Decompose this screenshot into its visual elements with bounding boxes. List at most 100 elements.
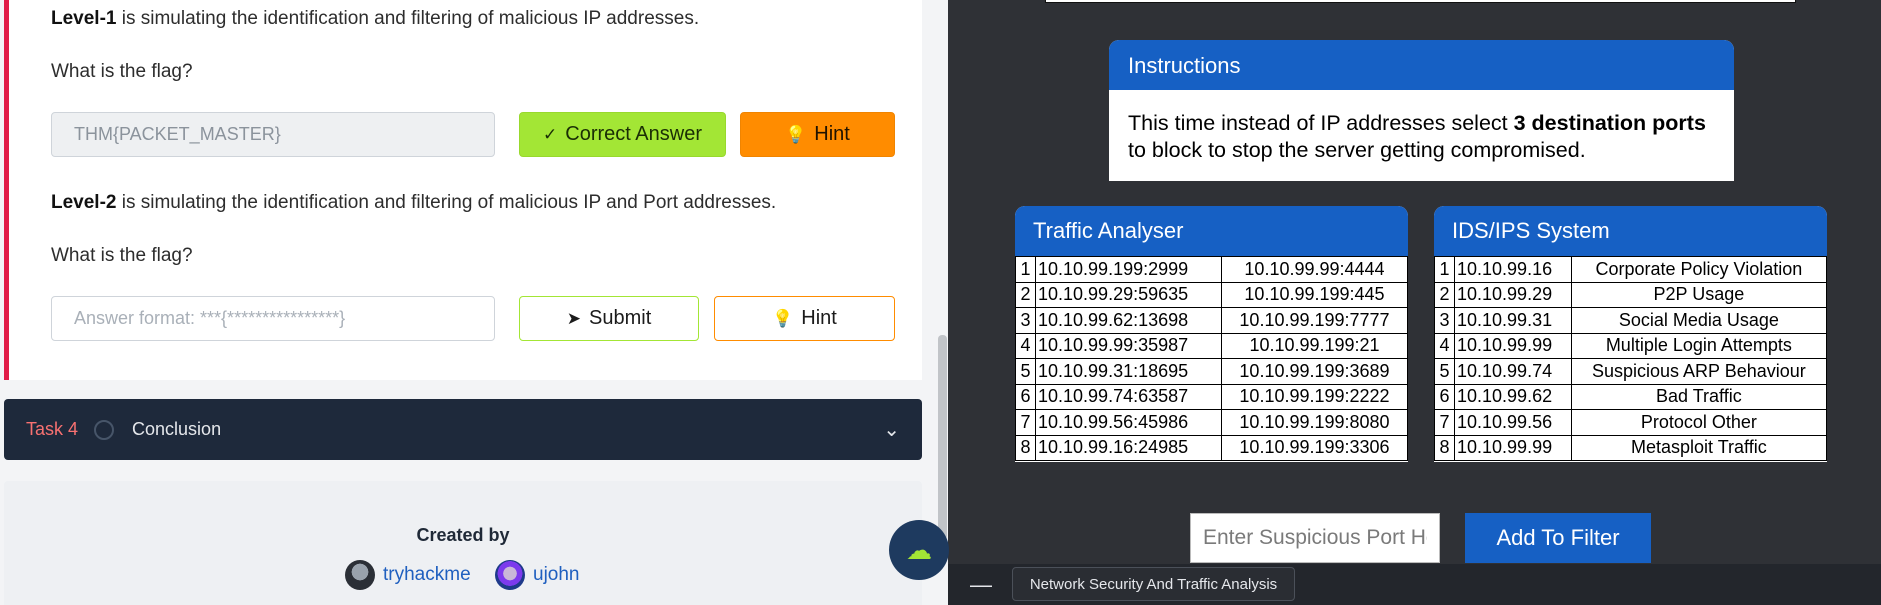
ids-ips-panel: IDS/IPS System 1 10.10.99.16 Corporate Pol… bbox=[1434, 206, 1827, 462]
submit-button[interactable]: ➤ Submit bbox=[519, 296, 699, 341]
task-4-title: Conclusion bbox=[132, 419, 222, 439]
answer-2-field[interactable] bbox=[51, 296, 495, 341]
traffic-row: 4 10.10.99.99:35987 10.10.99.199:21 bbox=[1015, 332, 1408, 359]
ids-row: 2 10.10.99.29 P2P Usage bbox=[1434, 281, 1827, 308]
send-icon: ➤ bbox=[566, 308, 581, 328]
ip-cell: 10.10.99.99:35987 bbox=[1035, 332, 1222, 359]
detail-cell: 10.10.99.199:3306 bbox=[1221, 434, 1408, 461]
ip-cell: 10.10.99.74 bbox=[1454, 358, 1572, 385]
detail-cell: 10.10.99.99:4444 bbox=[1221, 256, 1408, 283]
traffic-row: 2 10.10.99.29:59635 10.10.99.199:445 bbox=[1015, 281, 1408, 308]
author-tryhackme[interactable]: tryhackme bbox=[345, 560, 471, 590]
avatar bbox=[345, 560, 375, 590]
ids-row: 3 10.10.99.31 Social Media Usage bbox=[1434, 307, 1827, 334]
row-number: 7 bbox=[1434, 409, 1455, 436]
detail-cell: Protocol Other bbox=[1570, 409, 1827, 436]
detail-cell: Corporate Policy Violation bbox=[1570, 256, 1827, 283]
row-number: 6 bbox=[1015, 383, 1036, 410]
level2-description: Level-2 is simulating the identification… bbox=[51, 192, 777, 213]
minimize-icon[interactable]: — bbox=[970, 572, 992, 598]
traffic-analyser-panel: Traffic Analyser 1 10.10.99.199:2999 10.10… bbox=[1015, 206, 1408, 462]
ids-row: 8 10.10.99.99 Metasploit Traffic bbox=[1434, 434, 1827, 461]
ip-cell: 10.10.99.56 bbox=[1454, 409, 1572, 436]
ip-cell: 10.10.99.62:13698 bbox=[1035, 307, 1222, 334]
hint-button-1[interactable]: 💡 Hint bbox=[740, 112, 895, 157]
instructions-title: Instructions bbox=[1109, 40, 1734, 90]
detail-cell: 10.10.99.199:8080 bbox=[1221, 409, 1408, 436]
bottom-bar: — Network Security And Traffic Analysis bbox=[948, 564, 1881, 605]
ids-row: 6 10.10.99.62 Bad Traffic bbox=[1434, 383, 1827, 410]
detail-cell: Metasploit Traffic bbox=[1570, 434, 1827, 461]
check-icon: ✓ bbox=[543, 124, 558, 144]
ip-cell: 10.10.99.62 bbox=[1454, 383, 1572, 410]
traffic-row: 3 10.10.99.62:13698 10.10.99.199:7777 bbox=[1015, 307, 1408, 334]
traffic-row: 8 10.10.99.16:24985 10.10.99.199:3306 bbox=[1015, 434, 1408, 461]
detail-cell: Bad Traffic bbox=[1570, 383, 1827, 410]
row-number: 6 bbox=[1434, 383, 1455, 410]
row-number: 5 bbox=[1015, 358, 1036, 385]
ids-row: 5 10.10.99.74 Suspicious ARP Behaviour bbox=[1434, 358, 1827, 385]
level1-description: Level-1 is simulating the identification… bbox=[51, 8, 700, 29]
detail-cell: Social Media Usage bbox=[1570, 307, 1827, 334]
row-number: 8 bbox=[1434, 434, 1455, 461]
row-number: 2 bbox=[1015, 281, 1036, 308]
suspicious-port-input[interactable] bbox=[1190, 513, 1440, 563]
detail-cell: 10.10.99.199:3689 bbox=[1221, 358, 1408, 385]
chevron-down-icon[interactable]: ⌄ bbox=[883, 417, 900, 442]
ids-row: 4 10.10.99.99 Multiple Login Attempts bbox=[1434, 332, 1827, 359]
traffic-row: 7 10.10.99.56:45986 10.10.99.199:8080 bbox=[1015, 409, 1408, 436]
created-by-title: Created by bbox=[416, 525, 510, 545]
ip-cell: 10.10.99.74:63587 bbox=[1035, 383, 1222, 410]
row-number: 3 bbox=[1015, 307, 1036, 334]
ip-cell: 10.10.99.31:18695 bbox=[1035, 358, 1222, 385]
row-number: 4 bbox=[1434, 332, 1455, 359]
ip-cell: 10.10.99.199:2999 bbox=[1035, 256, 1222, 283]
author-ujohn[interactable]: ujohn bbox=[495, 560, 580, 590]
detail-cell: 10.10.99.199:21 bbox=[1221, 332, 1408, 359]
row-number: 1 bbox=[1015, 256, 1036, 283]
detail-cell: Suspicious ARP Behaviour bbox=[1570, 358, 1827, 385]
instructions-text: This time instead of IP addresses select… bbox=[1128, 111, 1706, 162]
question-1-label: What is the flag? bbox=[51, 61, 193, 82]
traffic-row: 1 10.10.99.199:2999 10.10.99.99:4444 bbox=[1015, 256, 1408, 283]
avatar bbox=[495, 560, 525, 590]
traffic-row: 5 10.10.99.31:18695 10.10.99.199:3689 bbox=[1015, 358, 1408, 385]
ids-row: 7 10.10.99.56 Protocol Other bbox=[1434, 409, 1827, 436]
task-3-card: Level-1 is simulating the identification… bbox=[4, 0, 922, 380]
task-status-icon bbox=[94, 419, 115, 440]
ip-cell: 10.10.99.29:59635 bbox=[1035, 281, 1222, 308]
created-by-section: Created by tryhackme ujohn bbox=[4, 481, 922, 605]
answer-1-field[interactable] bbox=[51, 112, 495, 157]
ip-cell: 10.10.99.99 bbox=[1454, 434, 1572, 461]
row-number: 3 bbox=[1434, 307, 1455, 334]
ip-cell: 10.10.99.31 bbox=[1454, 307, 1572, 334]
row-number: 8 bbox=[1015, 434, 1036, 461]
ip-cell: 10.10.99.29 bbox=[1454, 281, 1572, 308]
task-4-header[interactable]: Task 4 Conclusion ⌄ bbox=[4, 399, 922, 460]
task-pane: Level-1 is simulating the identification… bbox=[0, 0, 948, 605]
ids-ips-title: IDS/IPS System bbox=[1434, 206, 1827, 256]
detail-cell: P2P Usage bbox=[1570, 281, 1827, 308]
row-number: 4 bbox=[1015, 332, 1036, 359]
row-number: 1 bbox=[1434, 256, 1455, 283]
traffic-analyser-title: Traffic Analyser bbox=[1015, 206, 1408, 256]
detail-cell: 10.10.99.199:445 bbox=[1221, 281, 1408, 308]
simulation-pane: Instructions This time instead of IP add… bbox=[948, 0, 1881, 605]
correct-answer-button[interactable]: ✓ Correct Answer bbox=[519, 112, 726, 157]
add-to-filter-button[interactable]: Add To Filter bbox=[1465, 513, 1651, 563]
detail-cell: 10.10.99.199:7777 bbox=[1221, 307, 1408, 334]
lightbulb-icon: 💡 bbox=[772, 308, 794, 328]
detail-cell: 10.10.99.199:2222 bbox=[1221, 383, 1408, 410]
cloud-assistant-icon[interactable]: ☁ bbox=[889, 520, 949, 580]
ip-cell: 10.10.99.99 bbox=[1454, 332, 1572, 359]
scrollbar-thumb[interactable] bbox=[938, 335, 947, 540]
ip-cell: 10.10.99.16 bbox=[1454, 256, 1572, 283]
lightbulb-icon: 💡 bbox=[785, 124, 807, 144]
network-security-tab[interactable]: Network Security And Traffic Analysis bbox=[1012, 567, 1295, 601]
row-number: 5 bbox=[1434, 358, 1455, 385]
row-number: 7 bbox=[1015, 409, 1036, 436]
traffic-row: 6 10.10.99.74:63587 10.10.99.199:2222 bbox=[1015, 383, 1408, 410]
task-4-label: Task 4 bbox=[26, 419, 79, 439]
ip-cell: 10.10.99.56:45986 bbox=[1035, 409, 1222, 436]
hint-button-2[interactable]: 💡 Hint bbox=[714, 296, 895, 341]
